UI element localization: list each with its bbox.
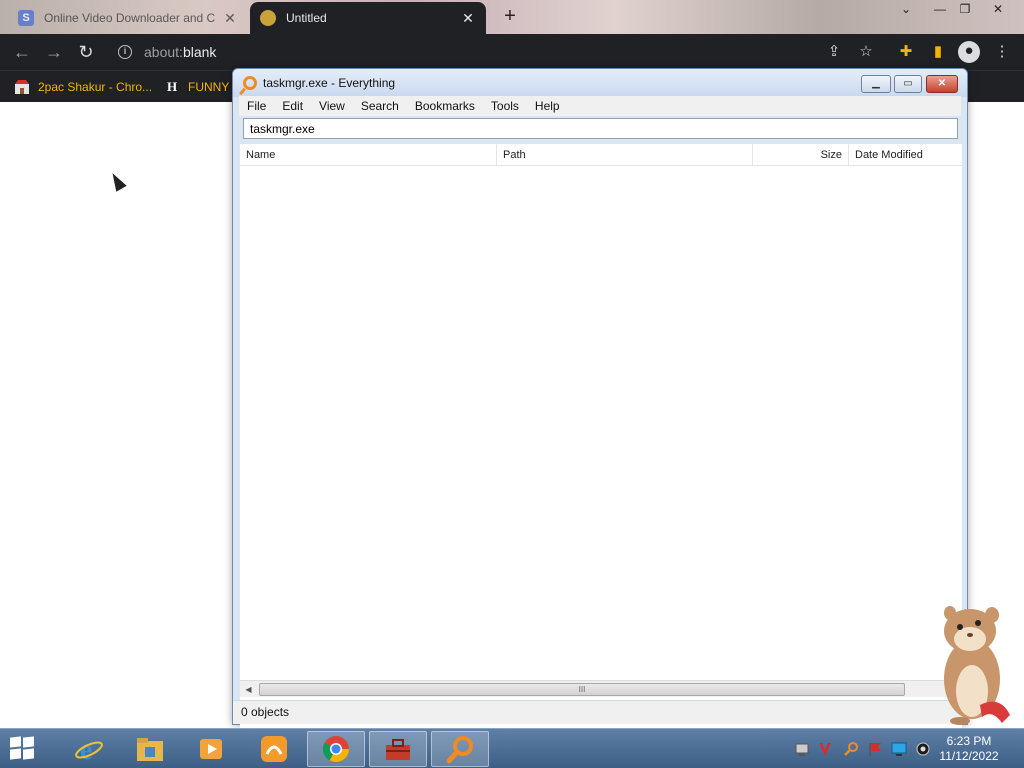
clock-time: 6:23 PM	[946, 734, 992, 748]
bookmark-label: FUNNY	[188, 80, 230, 94]
restore-button[interactable]: ❐	[952, 0, 978, 18]
bookmark-funny[interactable]: H FUNNY	[164, 77, 229, 97]
scroll-left-icon[interactable]: ◀	[240, 682, 257, 697]
address-bar[interactable]: i about: blank	[108, 38, 808, 66]
bookmark-h-icon: H	[166, 79, 178, 94]
window-title: taskmgr.exe - Everything	[263, 76, 396, 90]
status-text: 0 objects	[241, 705, 290, 719]
scroll-thumb[interactable]: III	[259, 683, 905, 696]
column-header-path[interactable]: Path	[497, 144, 753, 166]
antivirus-v-icon[interactable]	[818, 741, 832, 757]
forward-arrow-icon[interactable]: →	[42, 40, 66, 64]
results-list[interactable]: Name Path Size Date Modified	[240, 144, 962, 752]
column-header-date-modified[interactable]: Date Modified	[849, 144, 962, 166]
status-bar: 0 objects	[233, 700, 967, 724]
reload-icon[interactable]: ↻	[74, 40, 98, 64]
browser-toolbar: ← → ↻ i about: blank ⇪ ☆ ✚ ▮ ● ⋮	[0, 34, 1024, 70]
results-header: Name Path Size Date Modified	[240, 144, 962, 166]
close-tab-icon[interactable]: ✕	[460, 10, 476, 27]
tab-strip: S Online Video Downloader and C ✕ Untitl…	[0, 0, 1024, 34]
system-clock[interactable]: 6:23 PM 11/12/2022	[934, 734, 1004, 764]
everything-app-icon	[243, 76, 257, 90]
menu-search[interactable]: Search	[353, 99, 407, 113]
display-icon[interactable]	[891, 741, 907, 757]
volume-icon[interactable]	[915, 741, 931, 757]
close-tab-icon[interactable]: ✕	[222, 10, 238, 27]
profile-avatar-icon[interactable]: ●	[958, 41, 980, 63]
bookmark-star-icon[interactable]: ☆	[856, 42, 876, 62]
menu-edit[interactable]: Edit	[274, 99, 311, 113]
search-input[interactable]	[243, 118, 958, 139]
side-panel-icon[interactable]: ▮	[928, 42, 948, 62]
close-button[interactable]: ✕	[926, 75, 958, 93]
site-favicon: S	[18, 10, 34, 26]
menu-bookmarks[interactable]: Bookmarks	[407, 99, 483, 113]
bookmark-app-icon	[14, 79, 30, 95]
tab-untitled[interactable]: Untitled ✕	[250, 2, 486, 34]
hamster-sticker-image	[944, 606, 1010, 725]
site-info-icon[interactable]: i	[118, 45, 132, 59]
menu-tools[interactable]: Tools	[483, 99, 527, 113]
window-titlebar[interactable]: taskmgr.exe - Everything	[233, 69, 967, 97]
url-host: blank	[182, 44, 217, 60]
chrome-icon[interactable]	[307, 731, 365, 767]
everything-search-icon[interactable]	[431, 731, 489, 767]
column-header-size[interactable]: Size	[753, 144, 849, 166]
internet-explorer-icon[interactable]: e	[60, 731, 118, 767]
menu-view[interactable]: View	[311, 99, 353, 113]
tab-online-video-downloader[interactable]: S Online Video Downloader and C ✕	[8, 2, 248, 34]
url-scheme: about:	[144, 44, 183, 60]
start-button[interactable]	[10, 736, 36, 761]
page-favicon	[260, 10, 276, 26]
file-explorer-icon[interactable]	[121, 731, 179, 767]
everything-tray-icon[interactable]	[843, 741, 859, 757]
toolbox-icon[interactable]	[369, 731, 427, 767]
maximize-button[interactable]: ▭	[894, 75, 922, 93]
mouse-pointer-icon	[107, 170, 127, 192]
share-icon[interactable]: ⇪	[824, 42, 844, 62]
back-arrow-icon[interactable]: ←	[10, 40, 34, 64]
everything-window: taskmgr.exe - Everything ▁ ▭ ✕ File Edit…	[232, 68, 968, 752]
minimize-button[interactable]: ▁	[861, 75, 891, 93]
tab-title: Online Video Downloader and C	[44, 11, 216, 25]
horizontal-scrollbar[interactable]: ◀ III ▶	[240, 680, 962, 697]
column-header-name[interactable]: Name	[240, 144, 497, 166]
menu-kebab-icon[interactable]: ⋮	[992, 42, 1012, 62]
network-icon[interactable]	[794, 741, 810, 757]
bookmark-label: 2pac Shakur - Chro...	[38, 80, 153, 94]
menu-bar: File Edit View Search Bookmarks Tools He…	[239, 96, 961, 116]
clock-date: 11/12/2022	[939, 749, 999, 763]
media-player-icon[interactable]	[182, 731, 240, 767]
menu-file[interactable]: File	[239, 99, 274, 113]
svg-text:e: e	[80, 735, 92, 764]
action-center-flag-icon[interactable]	[867, 741, 883, 757]
new-tab-button[interactable]: +	[498, 5, 522, 29]
close-window-button[interactable]: ✕	[985, 0, 1011, 18]
menu-help[interactable]: Help	[527, 99, 568, 113]
taskbar: e 6:23 PM 11/12/2022	[0, 728, 1024, 768]
tab-title: Untitled	[286, 11, 327, 25]
extensions-puzzle-icon[interactable]: ✚	[896, 42, 916, 62]
bookmark-2pac[interactable]: 2pac Shakur - Chro...	[14, 77, 152, 97]
tab-search-chevron-icon[interactable]: ⌄	[893, 0, 919, 18]
uc-browser-icon[interactable]	[245, 731, 303, 767]
minimize-button[interactable]: —	[927, 0, 953, 18]
